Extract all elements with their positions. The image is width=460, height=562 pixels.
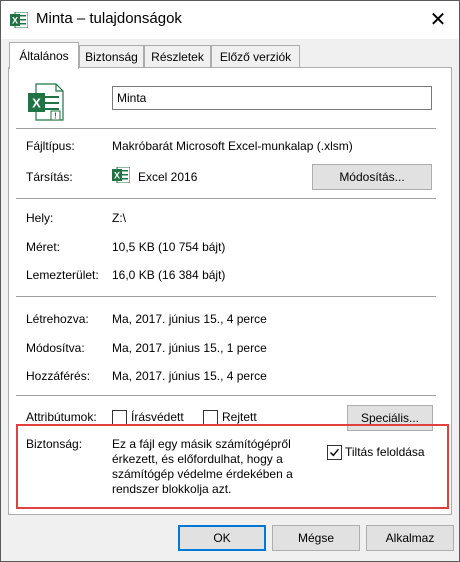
tab-general[interactable]: Általános xyxy=(9,42,79,69)
apply-button[interactable]: Alkalmaz xyxy=(366,525,454,551)
filetype-label: Fájltípus: xyxy=(26,139,75,153)
accessed-label: Hozzáférés: xyxy=(26,369,91,383)
close-button[interactable]: ✕ xyxy=(420,4,456,34)
filetype-value: Makróbarát Microsoft Excel-munkalap (.xl… xyxy=(112,139,353,153)
security-line-1: Ez a fájl egy másik számítógépről xyxy=(112,437,291,451)
size-label: Méret: xyxy=(26,240,61,254)
created-label: Létrehozva: xyxy=(26,312,89,326)
apply-button-label: Alkalmaz xyxy=(385,531,435,545)
svg-text:X: X xyxy=(114,171,120,181)
tab-details[interactable]: Részletek xyxy=(144,45,211,68)
location-label: Hely: xyxy=(26,211,54,225)
change-button-label: Módosítás... xyxy=(339,170,405,184)
excel-icon: X xyxy=(112,166,131,184)
size-value: 10,5 KB (10 754 bájt) xyxy=(112,240,226,254)
tab-general-label: Általános xyxy=(19,49,69,63)
cancel-button-label: Mégse xyxy=(297,531,335,545)
hidden-checkbox[interactable] xyxy=(203,410,218,425)
accessed-value: Ma, 2017. június 15., 4 perce xyxy=(112,369,267,383)
filename-input[interactable]: Minta xyxy=(112,86,432,110)
change-button[interactable]: Módosítás... xyxy=(312,164,432,190)
svg-text:X: X xyxy=(32,96,41,111)
readonly-checkbox[interactable] xyxy=(112,410,127,425)
separator xyxy=(16,128,436,129)
security-line-4: rendszer blokkolja azt. xyxy=(112,482,232,496)
window-title: Minta – tulajdonságok xyxy=(36,10,182,27)
svg-text:X: X xyxy=(12,16,18,26)
disk-size-value: 16,0 KB (16 384 bájt) xyxy=(112,268,226,282)
unblock-label[interactable]: Tiltás feloldása xyxy=(345,445,425,459)
security-line-3: számítógép védelme érdekében a xyxy=(112,467,293,481)
attributes-label: Attribútumok: xyxy=(26,410,97,424)
tab-previous-versions[interactable]: Előző verziók xyxy=(211,45,300,68)
opens-with-value: Excel 2016 xyxy=(138,170,198,184)
tab-security[interactable]: Biztonság xyxy=(79,45,144,68)
opens-with-label: Társítás: xyxy=(26,170,73,184)
filename-value: Minta xyxy=(117,91,147,105)
created-value: Ma, 2017. június 15., 4 perce xyxy=(112,312,267,326)
security-line-2: érkezett, és előfordulhat, hogy a xyxy=(112,452,283,466)
ok-button[interactable]: OK xyxy=(178,525,266,551)
separator xyxy=(16,296,436,297)
location-value: Z:\ xyxy=(112,211,126,225)
cancel-button[interactable]: Mégse xyxy=(272,525,360,551)
excel-macro-file-icon: X ! xyxy=(26,83,66,121)
close-icon: ✕ xyxy=(429,8,447,31)
separator xyxy=(16,395,436,396)
advanced-button-label: Speciális... xyxy=(360,411,420,425)
disk-size-label: Lemezterület: xyxy=(26,268,99,282)
excel-app-icon: X xyxy=(10,11,29,29)
tab-security-label: Biztonság xyxy=(85,50,138,64)
svg-text:!: ! xyxy=(54,112,57,121)
ok-button-label: OK xyxy=(213,531,231,545)
unblock-checkbox[interactable] xyxy=(327,445,342,460)
checkmark-icon xyxy=(330,448,340,457)
tab-previous-versions-label: Előző verziók xyxy=(219,50,292,64)
readonly-label[interactable]: Írásvédett xyxy=(131,410,184,424)
security-label: Biztonság: xyxy=(26,437,83,451)
modified-value: Ma, 2017. június 15., 1 perce xyxy=(112,341,267,355)
modified-label: Módosítva: xyxy=(26,341,85,355)
hidden-label[interactable]: Rejtett xyxy=(222,410,257,424)
separator xyxy=(16,198,436,199)
tab-details-label: Részletek xyxy=(151,50,204,64)
